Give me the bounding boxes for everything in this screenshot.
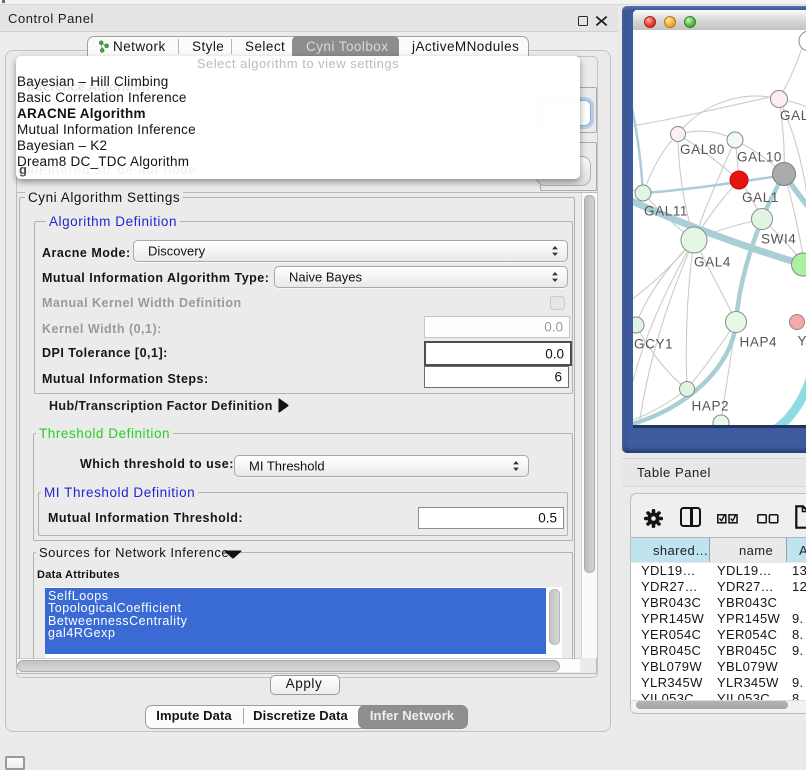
svg-text:GAL11: GAL11 — [644, 204, 688, 219]
svg-text:GAL4: GAL4 — [694, 255, 731, 270]
svg-text:SWI4: SWI4 — [761, 232, 796, 247]
svg-text:GAL80: GAL80 — [680, 142, 725, 157]
svg-text:Y: Y — [798, 334, 806, 349]
svg-text:GAL10: GAL10 — [737, 150, 782, 165]
svg-text:HAP2: HAP2 — [692, 399, 730, 414]
svg-text:GAL1: GAL1 — [742, 190, 779, 205]
svg-text:HAP4: HAP4 — [740, 335, 778, 350]
svg-text:GCY1: GCY1 — [634, 337, 673, 352]
svg-text:GAL7: GAL7 — [780, 108, 806, 123]
